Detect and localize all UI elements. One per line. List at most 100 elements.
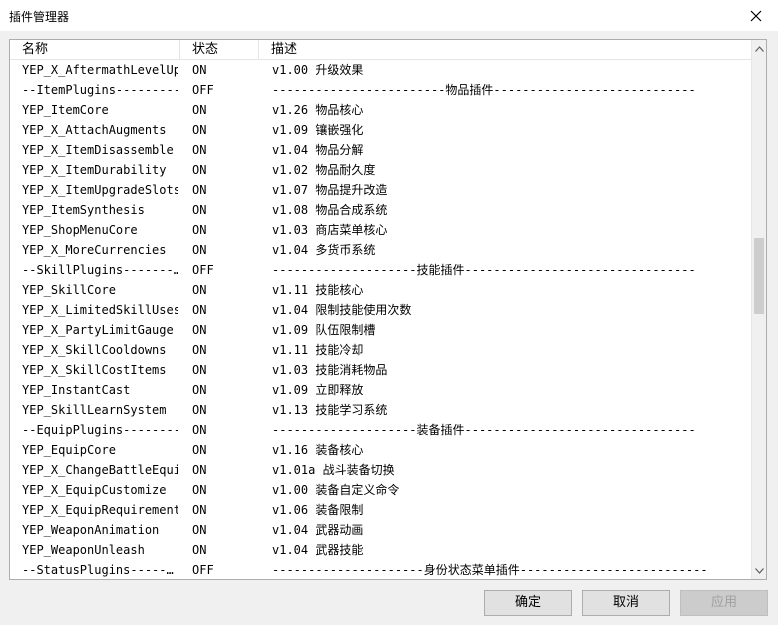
plugin-description: v1.04 武器动画 [272, 523, 364, 537]
plugin-rows: YEP_X_AftermathLevelUp ON v1.00 升级效果 --Item… [10, 60, 753, 579]
plugin-name: YEP_X_EquipCustomize [22, 483, 167, 497]
plugin-status: ON [192, 283, 207, 297]
plugin-status: ON [192, 223, 207, 237]
vertical-scrollbar[interactable] [751, 40, 766, 579]
plugin-name: YEP_ItemCore [22, 103, 109, 117]
plugin-status: OFF [192, 563, 214, 577]
plugin-description: v1.09 立即释放 [272, 383, 364, 397]
plugin-status: ON [192, 123, 207, 137]
plugin-name: YEP_X_AttachAugments [22, 123, 167, 137]
plugin-description: v1.04 限制技能使用次数 [272, 303, 412, 317]
plugin-status: ON [192, 303, 207, 317]
plugin-status: ON [192, 343, 207, 357]
table-row[interactable]: YEP_X_ItemDisassemble ON v1.04 物品分解 [10, 140, 753, 160]
plugin-status: ON [192, 363, 207, 377]
column-header-description[interactable]: 描述 [259, 40, 753, 59]
plugin-status: ON [192, 63, 207, 77]
plugin-description: v1.00 装备自定义命令 [272, 483, 400, 497]
plugin-description: ---------------------身份状态菜单插件-----------… [272, 563, 708, 577]
table-row[interactable]: --StatusPlugins-----… OFF ----------------… [10, 560, 753, 579]
table-row[interactable]: YEP_ShopMenuCore ON v1.03 商店菜单核心 [10, 220, 753, 240]
plugin-name: YEP_X_EquipRequirements [22, 503, 178, 517]
plugin-status: ON [192, 543, 207, 557]
plugin-name: YEP_ItemSynthesis [22, 203, 145, 217]
plugin-status: ON [192, 163, 207, 177]
table-row[interactable]: YEP_X_LimitedSkillUses ON v1.04 限制技能使用次数 [10, 300, 753, 320]
table-row[interactable]: --ItemPlugins---------- OFF --------------… [10, 80, 753, 100]
table-row[interactable]: YEP_X_EquipRequirements ON v1.06 装备限制 [10, 500, 753, 520]
chevron-up-icon [754, 45, 764, 52]
plugin-name: YEP_WeaponUnleash [22, 543, 145, 557]
table-row[interactable]: YEP_X_PartyLimitGauge ON v1.09 队伍限制槽 [10, 320, 753, 340]
apply-button[interactable]: 应用 [680, 590, 768, 616]
column-header-name[interactable]: 名称 [10, 40, 180, 59]
table-row[interactable]: YEP_X_MoreCurrencies ON v1.04 多货币系统 [10, 240, 753, 260]
table-row[interactable]: YEP_ItemSynthesis ON v1.08 物品合成系统 [10, 200, 753, 220]
plugin-name: YEP_X_LimitedSkillUses [22, 303, 178, 317]
scroll-up-button[interactable] [752, 40, 766, 57]
table-row[interactable]: YEP_ItemCore ON v1.26 物品核心 [10, 100, 753, 120]
plugin-description: v1.03 技能消耗物品 [272, 363, 388, 377]
plugin-status: ON [192, 523, 207, 537]
cancel-button[interactable]: 取消 [582, 590, 670, 616]
plugin-name: YEP_X_SkillCooldowns [22, 343, 167, 357]
plugin-description: v1.08 物品合成系统 [272, 203, 388, 217]
plugin-status: ON [192, 483, 207, 497]
table-row[interactable]: YEP_X_EquipCustomize ON v1.00 装备自定义命令 [10, 480, 753, 500]
plugin-status: ON [192, 463, 207, 477]
scroll-down-button[interactable] [752, 562, 766, 579]
table-row[interactable]: --EquipPlugins--------- ON ---------------… [10, 420, 753, 440]
plugin-status: ON [192, 403, 207, 417]
plugin-status: OFF [192, 263, 214, 277]
plugin-description: ------------------------物品插件------------… [272, 83, 696, 97]
plugin-description: v1.03 商店菜单核心 [272, 223, 388, 237]
column-header-status[interactable]: 状态 [180, 40, 259, 59]
plugin-status: ON [192, 423, 207, 437]
plugin-description: v1.04 多货币系统 [272, 243, 376, 257]
plugin-status: ON [192, 143, 207, 157]
list-header: 名称 状态 描述 [10, 40, 753, 60]
scrollbar-thumb[interactable] [754, 238, 764, 314]
table-row[interactable]: YEP_X_AttachAugments ON v1.09 镶嵌强化 [10, 120, 753, 140]
table-row[interactable]: YEP_WeaponAnimation ON v1.04 武器动画 [10, 520, 753, 540]
table-row[interactable]: YEP_InstantCast ON v1.09 立即释放 [10, 380, 753, 400]
plugin-name: --ItemPlugins---------- [22, 83, 178, 97]
plugin-description: v1.02 物品耐久度 [272, 163, 376, 177]
plugin-description: --------------------装备插件----------------… [272, 423, 696, 437]
plugin-name: YEP_SkillLearnSystem [22, 403, 167, 417]
plugin-name: YEP_EquipCore [22, 443, 116, 457]
plugin-status: ON [192, 503, 207, 517]
plugin-name: YEP_WeaponAnimation [22, 523, 160, 537]
plugin-name: YEP_ShopMenuCore [22, 223, 138, 237]
table-row[interactable]: YEP_X_ItemDurability ON v1.02 物品耐久度 [10, 160, 753, 180]
plugin-list[interactable]: 名称 状态 描述 YEP_X_AftermathLevelUp ON v1.00 升… [9, 39, 767, 580]
table-row[interactable]: YEP_X_SkillCostItems ON v1.03 技能消耗物品 [10, 360, 753, 380]
table-row[interactable]: YEP_X_SkillCooldowns ON v1.11 技能冷却 [10, 340, 753, 360]
table-row[interactable]: YEP_X_AftermathLevelUp ON v1.00 升级效果 [10, 60, 753, 80]
plugin-name: YEP_X_PartyLimitGauge [22, 323, 174, 337]
plugin-name: YEP_X_AftermathLevelUp [22, 63, 178, 77]
plugin-description: v1.07 物品提升改造 [272, 183, 388, 197]
table-row[interactable]: YEP_X_ChangeBattleEquip ON v1.01a 战斗装备切换 [10, 460, 753, 480]
window-title: 插件管理器 [9, 10, 70, 24]
ok-button[interactable]: 确定 [484, 590, 572, 616]
table-row[interactable]: YEP_EquipCore ON v1.16 装备核心 [10, 440, 753, 460]
plugin-description: v1.16 装备核心 [272, 443, 364, 457]
table-row[interactable]: YEP_SkillCore ON v1.11 技能核心 [10, 280, 753, 300]
plugin-description: v1.09 队伍限制槽 [272, 323, 376, 337]
plugin-name: YEP_InstantCast [22, 383, 131, 397]
plugin-description: v1.11 技能核心 [272, 283, 364, 297]
plugin-name: YEP_X_MoreCurrencies [22, 243, 167, 257]
plugin-status: ON [192, 323, 207, 337]
close-button[interactable] [733, 0, 778, 31]
table-row[interactable]: YEP_X_ItemUpgradeSlots ON v1.07 物品提升改造 [10, 180, 753, 200]
plugin-status: ON [192, 183, 207, 197]
table-row[interactable]: --SkillPlugins-------… OFF ---------------… [10, 260, 753, 280]
plugin-description: v1.26 物品核心 [272, 103, 364, 117]
table-row[interactable]: YEP_WeaponUnleash ON v1.04 武器技能 [10, 540, 753, 560]
plugin-description: v1.00 升级效果 [272, 63, 364, 77]
table-row[interactable]: YEP_SkillLearnSystem ON v1.13 技能学习系统 [10, 400, 753, 420]
plugin-description: v1.13 技能学习系统 [272, 403, 388, 417]
plugin-name: --StatusPlugins-----… [22, 563, 174, 577]
plugin-description: v1.06 装备限制 [272, 503, 364, 517]
